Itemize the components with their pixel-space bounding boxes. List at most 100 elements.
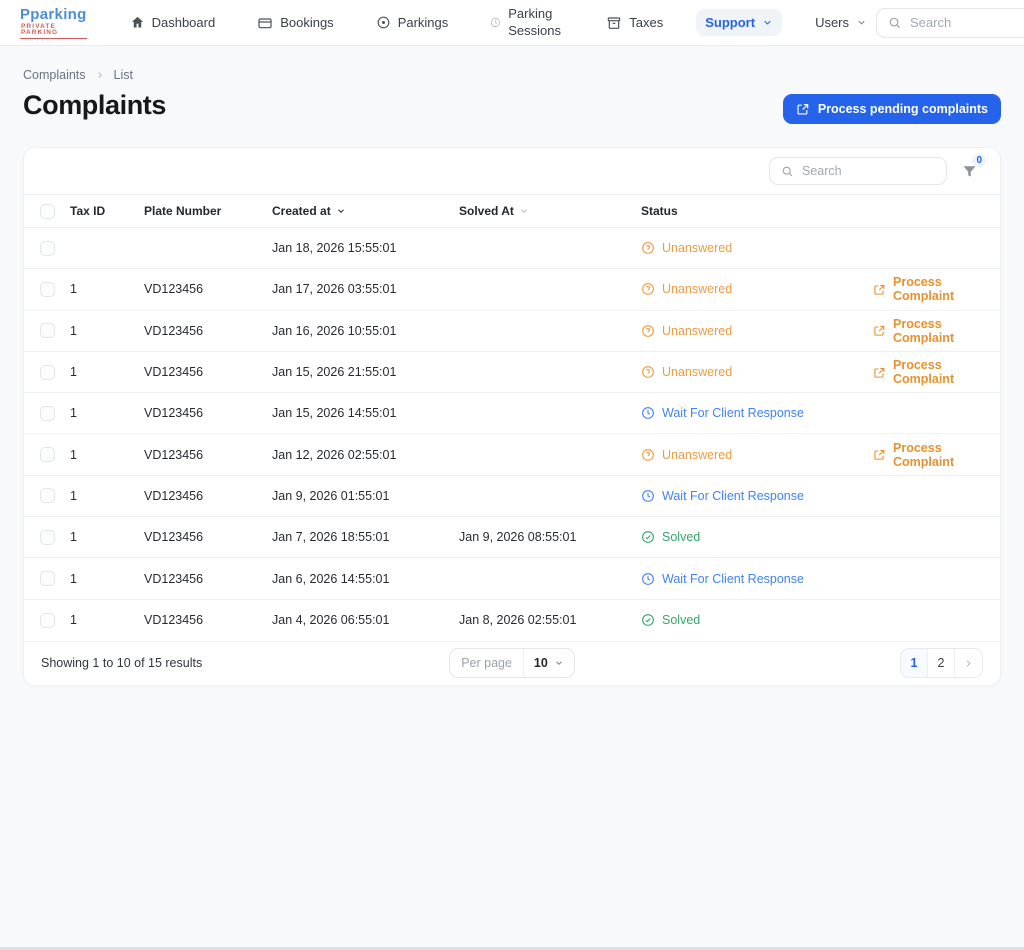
page-button-2[interactable]: 2 xyxy=(928,649,955,677)
nav-item-users[interactable]: Users xyxy=(806,9,876,36)
nav-item-taxes[interactable]: Taxes xyxy=(597,9,672,37)
row-checkbox[interactable] xyxy=(40,406,55,421)
per-page-select[interactable]: Per page 10 xyxy=(449,648,575,678)
results-summary: Showing 1 to 10 of 15 results xyxy=(41,656,449,670)
external-link-icon xyxy=(873,448,886,461)
tax-id-cell: 1 xyxy=(70,282,144,296)
breadcrumb-list: List xyxy=(114,68,133,82)
question-circle-icon xyxy=(641,282,655,296)
next-page-button[interactable] xyxy=(955,649,982,677)
action-label: Process Complaint xyxy=(893,441,983,469)
tax-id-cell: 1 xyxy=(70,489,144,503)
table-row: Jan 18, 2026 15:55:01 Unanswered xyxy=(24,228,1000,269)
table-row: 1 VD123456 Jan 16, 2026 10:55:01 Unanswe… xyxy=(24,311,1000,352)
created-at-cell: Jan 7, 2026 18:55:01 xyxy=(272,530,459,544)
plate-number-cell: VD123456 xyxy=(144,489,272,503)
question-circle-icon xyxy=(641,241,655,255)
action-label: Process Complaint xyxy=(893,275,983,303)
global-search-input[interactable] xyxy=(910,15,1020,30)
status-badge: Wait For Client Response xyxy=(641,489,873,503)
external-link-icon xyxy=(873,324,886,337)
table-toolbar: 0 xyxy=(24,148,1000,194)
row-action-cell: Process Complaint xyxy=(873,317,1000,345)
created-at-cell: Jan 16, 2026 10:55:01 xyxy=(272,324,459,338)
chevron-right-icon xyxy=(963,658,974,669)
status-badge: Solved xyxy=(641,613,873,627)
row-checkbox[interactable] xyxy=(40,365,55,380)
row-checkbox[interactable] xyxy=(40,530,55,545)
row-checkbox[interactable] xyxy=(40,323,55,338)
nav-item-dashboard[interactable]: Dashboard xyxy=(121,9,225,36)
plate-number-cell: VD123456 xyxy=(144,530,272,544)
check-circle-icon xyxy=(641,530,655,544)
archive-icon xyxy=(606,15,622,31)
tax-id-cell: 1 xyxy=(70,530,144,544)
plate-number-cell: VD123456 xyxy=(144,324,272,338)
search-icon xyxy=(888,16,902,30)
row-action-cell: Process Complaint xyxy=(873,441,1000,469)
process-complaint-link[interactable]: Process Complaint xyxy=(873,441,983,469)
process-pending-complaints-button[interactable]: Process pending complaints xyxy=(783,94,1001,124)
brand-name: Pparking xyxy=(20,7,87,22)
row-checkbox-cell xyxy=(24,571,70,586)
external-link-icon xyxy=(796,102,810,116)
page-button-1[interactable]: 1 xyxy=(901,649,928,677)
per-page-label: Per page xyxy=(450,649,524,677)
row-checkbox[interactable] xyxy=(40,613,55,628)
clock-icon xyxy=(641,406,655,420)
filter-count-badge: 0 xyxy=(972,154,986,167)
tax-id-cell: 1 xyxy=(70,448,144,462)
table-footer: Showing 1 to 10 of 15 results Per page 1… xyxy=(24,641,1000,685)
process-complaint-link[interactable]: Process Complaint xyxy=(873,275,983,303)
home-icon xyxy=(130,15,145,30)
nav-item-parkings[interactable]: Parkings xyxy=(367,9,458,36)
row-checkbox[interactable] xyxy=(40,447,55,462)
brand-logo[interactable]: Pparking PRIVATE PARKING xyxy=(20,7,87,39)
question-circle-icon xyxy=(641,448,655,462)
table-search-input[interactable] xyxy=(802,164,922,178)
row-checkbox[interactable] xyxy=(40,241,55,256)
main-nav: Dashboard Bookings Parkings Parking Sess… xyxy=(121,0,876,45)
created-at-cell: Jan 6, 2026 14:55:01 xyxy=(272,572,459,586)
status-badge: Solved xyxy=(641,530,873,544)
process-complaint-link[interactable]: Process Complaint xyxy=(873,317,983,345)
column-header-created-at[interactable]: Created at xyxy=(272,204,459,218)
sort-chevron-down-icon xyxy=(519,206,529,216)
chevron-right-icon xyxy=(95,70,105,80)
column-header-tax-id: Tax ID xyxy=(70,204,144,218)
status-label: Unanswered xyxy=(662,365,732,379)
question-circle-icon xyxy=(641,365,655,379)
nav-item-parking-sessions[interactable]: Parking Sessions xyxy=(481,0,573,45)
nav-item-bookings[interactable]: Bookings xyxy=(248,9,342,37)
row-checkbox-cell xyxy=(24,365,70,380)
row-checkbox-cell xyxy=(24,613,70,628)
breadcrumb-complaints[interactable]: Complaints xyxy=(23,68,86,82)
created-at-cell: Jan 18, 2026 15:55:01 xyxy=(272,241,459,255)
plate-number-cell: VD123456 xyxy=(144,282,272,296)
map-pin-icon xyxy=(376,15,391,30)
complaints-card: 0 Tax ID Plate Number Created at Solved … xyxy=(23,147,1001,686)
page-content: Complaints List Complaints Process pendi… xyxy=(0,46,1024,686)
plate-number-cell: VD123456 xyxy=(144,613,272,627)
search-icon xyxy=(781,165,794,178)
global-search[interactable] xyxy=(876,8,1024,38)
table-search[interactable] xyxy=(769,157,947,185)
process-complaint-link[interactable]: Process Complaint xyxy=(873,358,983,386)
created-at-cell: Jan 9, 2026 01:55:01 xyxy=(272,489,459,503)
row-checkbox[interactable] xyxy=(40,571,55,586)
card-icon xyxy=(257,15,273,31)
nav-label: Parking Sessions xyxy=(508,6,564,39)
filter-button[interactable]: 0 xyxy=(961,163,984,180)
status-label: Wait For Client Response xyxy=(662,489,804,503)
nav-item-support[interactable]: Support xyxy=(696,9,782,36)
row-checkbox[interactable] xyxy=(40,282,55,297)
column-label: Solved At xyxy=(459,204,514,218)
table-row: 1 VD123456 Jan 7, 2026 18:55:01 Jan 9, 2… xyxy=(24,517,1000,558)
row-checkbox[interactable] xyxy=(40,488,55,503)
status-label: Unanswered xyxy=(662,241,732,255)
clock-icon xyxy=(641,572,655,586)
column-label: Created at xyxy=(272,204,331,218)
external-link-icon xyxy=(873,366,886,379)
select-all-checkbox[interactable] xyxy=(40,204,55,219)
column-header-solved-at[interactable]: Solved At xyxy=(459,204,641,218)
